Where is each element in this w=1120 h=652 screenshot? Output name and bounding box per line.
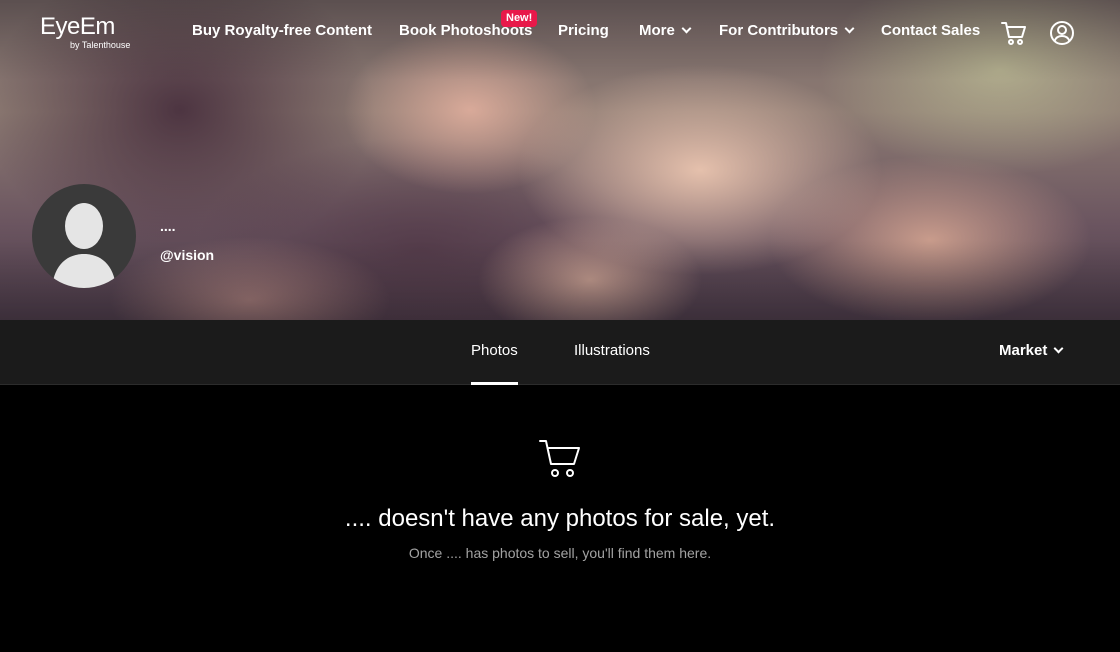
top-navigation: EyeEm by Talenthouse Buy Royalty-free Co… <box>0 0 1120 64</box>
tab-photos[interactable]: Photos <box>471 342 518 385</box>
default-user-icon <box>52 203 116 288</box>
nav-buy-content[interactable]: Buy Royalty-free Content <box>192 22 372 40</box>
nav-more-dropdown[interactable]: More <box>639 22 692 40</box>
profile-tab-bar: Photos Illustrations Market <box>0 320 1120 385</box>
nav-contributors-label: For Contributors <box>719 22 839 39</box>
cart-icon[interactable] <box>1001 20 1027 46</box>
tab-illustrations[interactable]: Illustrations <box>574 342 650 360</box>
logo-tagline: by Talenthouse <box>70 40 131 50</box>
chevron-down-icon <box>1053 343 1064 354</box>
market-filter-label: Market <box>999 342 1048 359</box>
avatar <box>32 184 136 288</box>
nav-contributors-dropdown[interactable]: For Contributors <box>719 22 855 40</box>
chevron-down-icon <box>844 23 855 34</box>
nav-more-label: More <box>639 22 675 39</box>
new-badge: New! <box>501 10 538 27</box>
profile-handle: @vision <box>160 247 215 263</box>
chevron-down-icon <box>681 23 692 34</box>
logo-wordmark: EyeEm <box>40 13 115 40</box>
cart-icon <box>539 437 581 479</box>
market-filter-dropdown[interactable]: Market <box>999 342 1064 360</box>
empty-state-subtitle: Once .... has photos to sell, you'll fin… <box>408 545 712 561</box>
user-circle-icon[interactable] <box>1049 20 1075 46</box>
empty-state-title: .... doesn't have any photos for sale, y… <box>344 505 776 532</box>
nav-pricing[interactable]: Pricing <box>558 22 609 40</box>
profile-name: .... <box>160 218 176 234</box>
nav-contact-sales[interactable]: Contact Sales <box>881 22 980 40</box>
eyeem-logo[interactable]: EyeEm by Talenthouse <box>40 13 130 51</box>
